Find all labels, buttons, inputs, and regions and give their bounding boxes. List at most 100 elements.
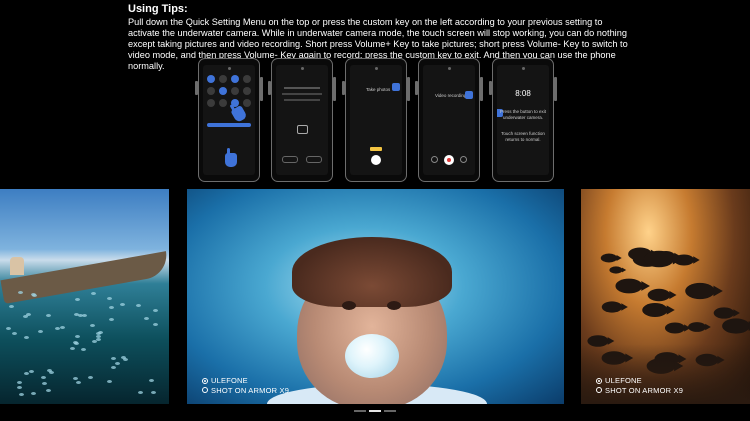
fish [23,335,29,339]
fish [150,390,156,394]
watermark-row: SHOT ON ARMOR X9 [596,386,683,396]
qs-tile [207,87,215,95]
fish [120,302,126,306]
fish [109,305,115,309]
watermark-center: ULEFONE SHOT ON ARMOR X9 [202,376,289,395]
phone-step-5: 8:08 Press the button to exit underwater… [489,58,557,182]
fish [72,341,78,345]
fish [114,362,120,366]
watermark-shot: SHOT ON ARMOR X9 [211,385,290,395]
fish [59,325,65,329]
reef-fish [609,266,627,274]
reef-floor [581,344,750,404]
volume-key-hint-icon [465,91,473,99]
camera-dot [300,67,304,70]
child-eye [387,301,401,310]
camera-mode-selected [370,147,382,151]
qs-tile [231,87,239,95]
person [10,257,24,275]
fish [138,390,144,394]
volume-key-hint-icon [392,83,400,91]
fish [148,379,154,383]
phone-step-2 [268,58,336,182]
phone-step-3: Take photos [342,58,410,182]
fish [75,380,81,384]
fish [17,386,23,390]
fish [41,381,47,385]
carousel-indicator [354,410,396,412]
fish [12,332,18,336]
reef-fish [685,282,724,299]
quick-settings-grid [207,75,251,107]
reef-fish [602,301,629,313]
fish [46,389,52,393]
dialog-line [284,87,320,89]
phone-screen: 8:08 Press the button to exit underwater… [497,65,549,175]
pause-icon [431,156,438,163]
carousel-dot[interactable] [354,410,366,412]
fish [90,291,96,295]
boat [0,251,169,304]
camera-dot [447,67,451,70]
reef-fish [713,307,740,319]
carousel-dot[interactable] [369,410,381,412]
reef-fish [643,250,683,268]
bubbles [345,334,399,378]
camera-dot [227,67,231,70]
hand-pointer-icon [225,148,237,167]
snapshot-icon [460,156,467,163]
fish [31,292,37,296]
fish [69,346,75,350]
camera-ring-icon [202,387,208,394]
phone-steps: Take photos Video recording 8:08 Press t… [195,58,563,186]
fish [74,298,80,302]
watermark-right: ULEFONE SHOT ON ARMOR X9 [596,376,683,395]
carousel-dot[interactable] [384,410,396,412]
ulefone-logo-icon [596,377,602,384]
qs-tile [219,87,227,95]
qs-tile [243,87,251,95]
fish [89,323,95,327]
fish [74,335,80,339]
fish [96,338,102,342]
photo-child-underwater: ULEFONE SHOT ON ARMOR X9 [187,189,564,404]
phone-screen [276,65,328,175]
fish [55,326,61,330]
fish [26,312,32,316]
fish [106,297,112,301]
lock-clock: 8:08 [515,89,531,98]
fish [17,381,23,385]
photo-reef-fish: ULEFONE SHOT ON ARMOR X9 [581,189,750,404]
dialog-confirm-button [306,156,322,163]
dialog-cancel-button [282,156,298,163]
hand-pointer-icon [230,104,248,124]
watermark-row: ULEFONE [202,376,289,386]
fish [98,331,104,335]
child-hair [292,237,452,307]
watermark-brand: ULEFONE [211,376,248,385]
fish [31,392,37,396]
fish [153,323,159,327]
reef-fish [721,318,750,334]
camera-icon [297,125,308,134]
child-eye [342,301,356,310]
dialog-line [282,93,322,95]
fish [40,376,46,380]
phone-screen [203,65,255,175]
watermark-row: SHOT ON ARMOR X9 [202,386,289,396]
fish [111,366,117,370]
watermark-shot: SHOT ON ARMOR X9 [605,385,684,395]
reef-fish [642,302,675,317]
fish [153,308,159,312]
phone-screen: Video recording [423,65,475,175]
fish [135,304,141,308]
reef-fish [600,253,622,263]
qs-tile [207,99,215,107]
reef-fish [664,322,691,334]
qs-tile [207,75,215,83]
watermark-brand: ULEFONE [605,376,642,385]
fish [110,356,116,360]
phone-step-4: Video recording [415,58,483,182]
fish [77,313,83,317]
reef-fish [647,289,677,302]
